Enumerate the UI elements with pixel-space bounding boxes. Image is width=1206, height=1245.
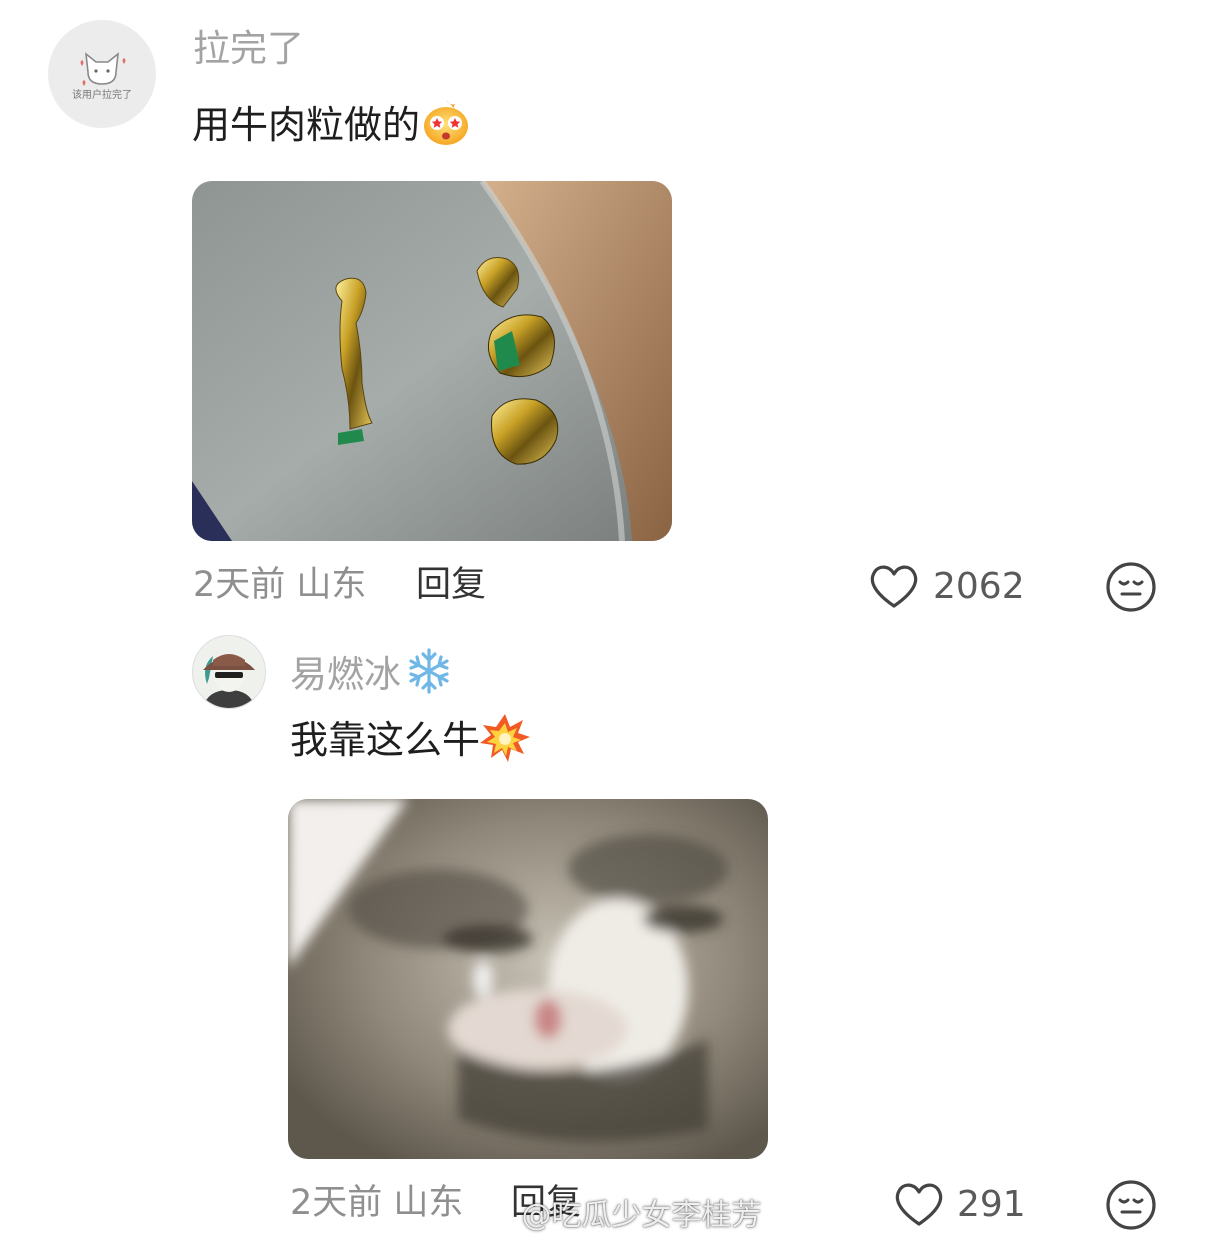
watermark-text: @吃瓜少女李桂芳 <box>521 1198 762 1233</box>
candy-wrapper-photo[interactable] <box>192 181 672 541</box>
hat-character-avatar-icon <box>193 636 265 708</box>
comment-meta: 2天前 山东 <box>290 1182 463 1224</box>
user-avatar[interactable] <box>192 635 266 709</box>
dislike-button[interactable] <box>1105 1179 1157 1235</box>
like-button[interactable] <box>868 562 920 614</box>
cat-photo-art <box>288 799 768 1159</box>
meh-face-icon <box>1106 562 1156 612</box>
comment-meta: 2天前 山东 <box>193 564 366 606</box>
like-button[interactable] <box>893 1180 945 1232</box>
comment-text-row: 用牛肉粒做的 <box>192 96 472 148</box>
cat-meme-photo[interactable] <box>288 799 768 1159</box>
user-avatar[interactable]: 该用户拉完了 <box>48 20 156 128</box>
collision-emoji-icon <box>480 714 531 762</box>
candy-photo-art <box>192 181 672 541</box>
like-count: 2062 <box>933 566 1025 607</box>
comment-time: 2天前 <box>290 1183 383 1223</box>
comment-text-row: 我靠这么牛 <box>290 712 531 763</box>
comment-time: 2天前 <box>193 565 286 605</box>
snowflake-emoji-icon <box>409 648 449 694</box>
comment-text: 我靠这么牛 <box>290 718 481 762</box>
meh-face-icon <box>1106 1180 1156 1230</box>
heart-icon <box>895 1183 943 1226</box>
dislike-button[interactable] <box>1105 561 1157 617</box>
comment-location: 山东 <box>296 565 367 605</box>
username[interactable]: 易燃冰 <box>290 653 401 696</box>
star-eyes-emoji-icon <box>424 100 469 145</box>
like-count: 291 <box>957 1184 1026 1225</box>
watermark: @吃瓜少女李桂芳 <box>478 1198 762 1234</box>
heart-icon <box>870 565 918 608</box>
username[interactable]: 拉完了 <box>193 27 304 71</box>
username-row: 易燃冰 <box>290 646 457 697</box>
avatar-caption: 该用户拉完了 <box>72 90 132 101</box>
comment-text: 用牛肉粒做的 <box>192 103 421 147</box>
cat-avatar-icon <box>80 52 126 86</box>
reply-button[interactable]: 回复 <box>416 564 486 606</box>
comment-location: 山东 <box>393 1183 464 1223</box>
weibo-logo-icon <box>478 1203 511 1230</box>
